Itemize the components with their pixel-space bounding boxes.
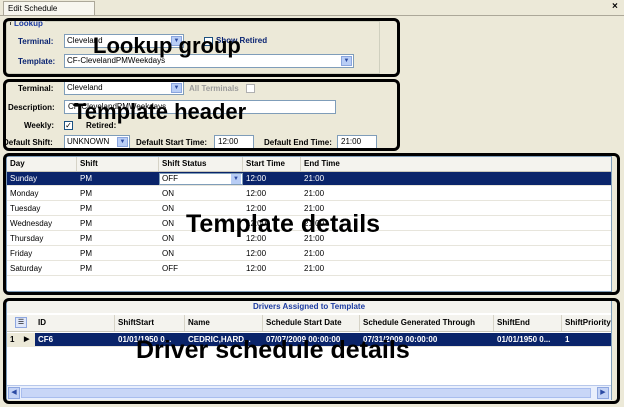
template-details-annotation: Template details (186, 210, 381, 238)
tab-divider (0, 15, 624, 16)
driver-schedule-annotation: Driver schedule details (136, 336, 410, 364)
close-icon[interactable]: × (612, 1, 618, 12)
tab-edit-schedule-templates[interactable]: Edit Schedule Templates (3, 1, 95, 27)
template-header-annotation: Template header (73, 99, 247, 124)
lookup-group-annotation: Lookup group (93, 33, 241, 58)
